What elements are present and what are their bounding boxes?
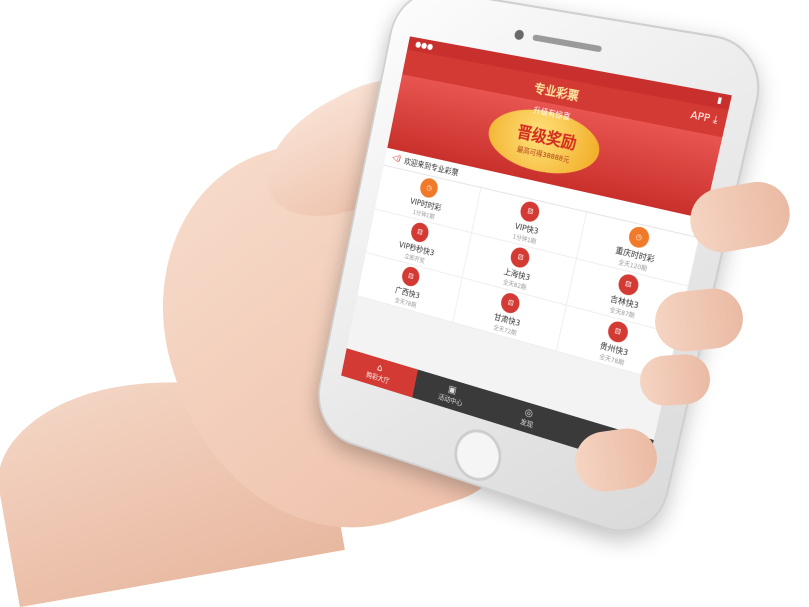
dice-icon: ⚄ — [410, 221, 431, 244]
dice-icon: ⚄ — [606, 319, 630, 344]
dice-icon: ⚄ — [616, 272, 640, 297]
app-download-button[interactable]: APP ⤓ — [689, 110, 719, 127]
clock-icon: ◷ — [627, 225, 651, 250]
app-download-label: APP — [689, 110, 711, 125]
clock-icon: ◷ — [419, 177, 440, 200]
dice-icon: ⚄ — [401, 265, 422, 288]
dice-icon: ⚄ — [509, 246, 531, 270]
hand-finger-3 — [638, 353, 711, 408]
app-logo: 专业彩票 — [533, 79, 581, 104]
tab-label: 购彩大厅 — [365, 370, 390, 386]
dice-icon: ⚄ — [500, 291, 522, 315]
speaker-icon: ◁) — [391, 153, 402, 164]
tab-label: 活动中心 — [437, 391, 463, 408]
dice-icon: ⚄ — [519, 200, 541, 224]
